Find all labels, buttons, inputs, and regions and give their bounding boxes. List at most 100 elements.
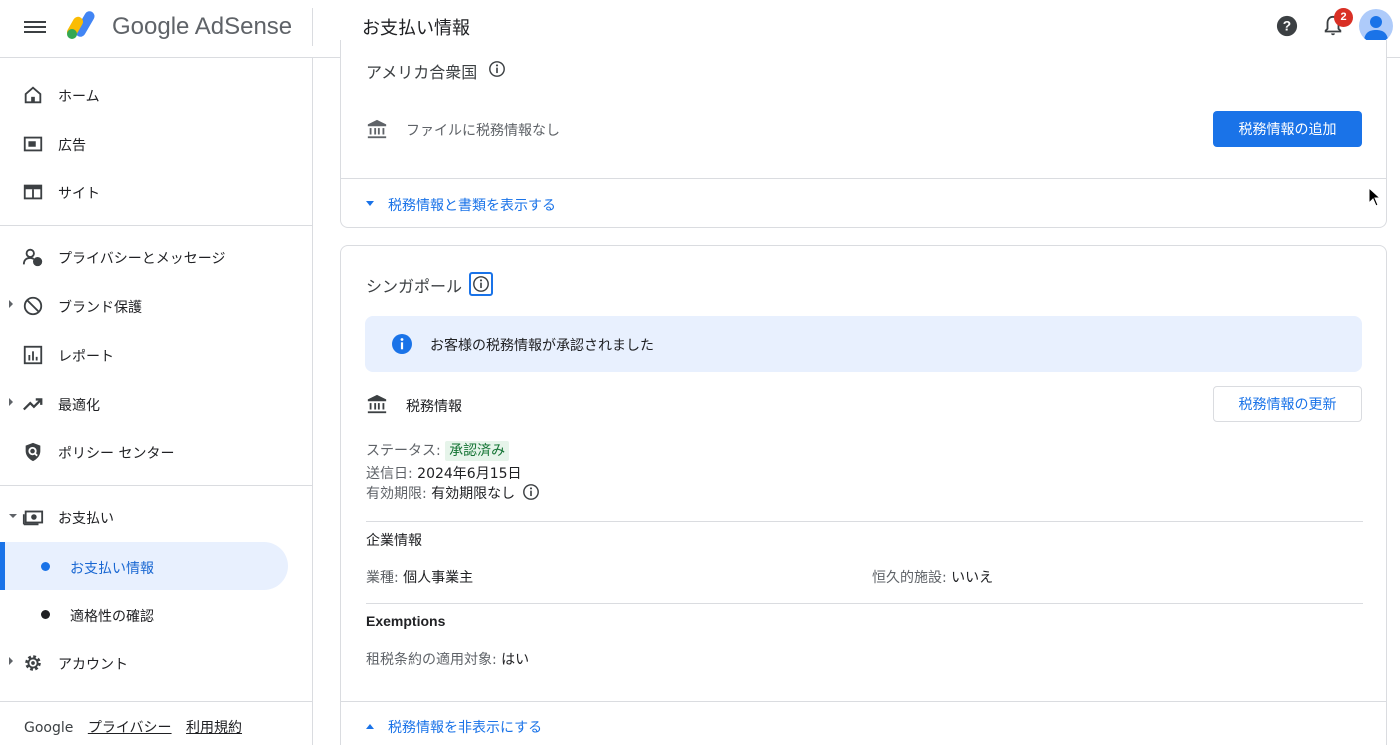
update-tax-info-button[interactable]: 税務情報の更新 [1213, 386, 1362, 422]
sent-date-label: 送信日: [366, 466, 413, 482]
sent-date-value: 2024年6月15日 [417, 466, 522, 482]
bank-icon [367, 119, 387, 139]
sidebar-item-policy-center[interactable]: ポリシー センター [0, 430, 313, 474]
privacy-link[interactable]: プライバシー [88, 720, 172, 736]
no-tax-info-text: ファイルに税務情報なし [406, 123, 560, 139]
expiry-label: 有効期限: [366, 486, 427, 502]
report-icon [23, 345, 43, 365]
sent-date-row: 送信日: 2024年6月15日 [366, 463, 522, 483]
country-title-sg: シンガポール [366, 277, 463, 296]
tax-info-label: 税務情報 [406, 399, 462, 415]
sidebar-item-payments[interactable]: お支払い [0, 495, 313, 539]
expiry-row: 有効期限: 有効期限なし [366, 483, 515, 503]
section-divider [366, 603, 1363, 604]
status-row: ステータス: 承認済み [366, 440, 510, 461]
section-divider [366, 521, 1363, 522]
exemptions-title: Exemptions [366, 613, 446, 629]
ads-icon [23, 136, 43, 152]
block-icon [23, 296, 43, 316]
person-icon [1364, 16, 1388, 40]
info-outline-icon-glyph [473, 276, 489, 292]
hide-tax-info-link[interactable]: 税務情報を非表示にする [388, 717, 542, 737]
sidebar-item-label: プライバシーとメッセージ [58, 251, 226, 267]
show-tax-docs-link[interactable]: 税務情報と書類を表示する [388, 195, 556, 215]
collapse-arrow-icon[interactable] [366, 724, 374, 729]
us-tax-card: アメリカ合衆国 ファイルに税務情報なし 税務情報の追加 税務情報と書類を表示する [340, 40, 1387, 228]
industry-row: 業種: 個人事業主 [366, 567, 473, 587]
mouse-pointer-icon [1368, 187, 1382, 207]
sites-icon [23, 184, 43, 200]
sidebar-item-label: ポリシー センター [58, 446, 175, 462]
bank-icon [367, 394, 387, 414]
country-title-us: アメリカ合衆国 [366, 63, 478, 82]
svg-text:?: ? [1283, 19, 1291, 34]
sidebar-item-privacy[interactable]: プライバシーとメッセージ [0, 235, 313, 279]
privacy-icon [22, 248, 43, 267]
sidebar-item-reports[interactable]: レポート [0, 333, 313, 377]
avatar[interactable] [1359, 9, 1393, 43]
payments-icon [22, 510, 44, 526]
treaty-label: 租税条約の適用対象: [366, 652, 497, 668]
expand-arrow-icon[interactable] [366, 201, 374, 206]
expiry-value: 有効期限なし [431, 486, 516, 502]
permanent-establishment-value: いいえ [951, 570, 994, 586]
sidebar-item-sites[interactable]: サイト [0, 170, 313, 214]
menu-icon[interactable] [24, 18, 46, 36]
sidebar-item-label: ホーム [58, 89, 100, 105]
info-outline-icon[interactable] [488, 60, 506, 78]
industry-value: 個人事業主 [403, 570, 474, 586]
status-badge: 承認済み [445, 441, 510, 461]
policy-icon [25, 442, 41, 462]
info-outline-icon[interactable] [522, 483, 540, 501]
treaty-value: はい [501, 652, 530, 668]
adsense-logo-icon [67, 11, 95, 39]
info-filled-icon [392, 334, 412, 354]
expand-caret-icon[interactable] [9, 300, 13, 308]
industry-label: 業種: [366, 570, 399, 586]
sidebar-item-label: レポート [58, 349, 114, 365]
info-outline-icon[interactable] [469, 272, 493, 296]
expand-caret-icon[interactable] [9, 657, 13, 665]
treaty-row: 租税条約の適用対象: はい [366, 649, 529, 669]
sidebar-item-label: アカウント [58, 657, 128, 673]
terms-link[interactable]: 利用規約 [186, 720, 242, 736]
sidebar-item-label: サイト [58, 186, 100, 202]
trending-icon [23, 398, 43, 411]
approval-banner-text: お客様の税務情報が承認されました [430, 338, 654, 354]
sidebar-nav: ホーム 広告 サイト プライバシーとメッセージ ブランド保護 レポート 最適化 … [0, 58, 313, 745]
card-divider [341, 178, 1386, 179]
help-icon[interactable]: ? [1276, 15, 1298, 37]
add-tax-info-button[interactable]: 税務情報の追加 [1213, 111, 1362, 147]
singapore-tax-card: シンガポール お客様の税務情報が承認されました 税務情報 税務情報の更新 ステー… [340, 245, 1387, 745]
sidebar-subitem-eligibility[interactable]: 適格性の確認 [0, 590, 288, 638]
sidebar-item-label: 広告 [58, 138, 86, 154]
sidebar-subitem-label: 適格性の確認 [70, 609, 154, 625]
sidebar-item-label: お支払い [58, 511, 114, 527]
gear-icon [25, 655, 41, 671]
topbar-divider [312, 8, 313, 46]
sidebar-divider [0, 485, 313, 486]
brand-name: Google AdSense [112, 13, 293, 40]
sidebar-item-label: ブランド保護 [58, 300, 142, 316]
company-info-title: 企業情報 [366, 533, 422, 549]
sidebar-item-optimization[interactable]: 最適化 [0, 382, 313, 426]
sidebar-footer: Google プライバシー 利用規約 [24, 717, 252, 737]
sidebar-item-ads[interactable]: 広告 [0, 122, 313, 166]
page-title: お支払い情報 [362, 18, 470, 39]
sidebar-item-brand-safety[interactable]: ブランド保護 [0, 284, 313, 328]
status-label: ステータス: [366, 443, 441, 459]
permanent-establishment-row: 恒久的施設: いいえ [872, 567, 993, 587]
card-divider [341, 701, 1386, 702]
sidebar-item-home[interactable]: ホーム [0, 73, 313, 117]
bullet-icon [41, 562, 50, 571]
sidebar-divider [0, 225, 313, 226]
bullet-icon [41, 610, 50, 619]
expand-caret-icon[interactable] [9, 398, 13, 406]
collapse-caret-icon[interactable] [9, 514, 17, 518]
footer-google-label: Google [24, 720, 74, 736]
sidebar-divider [0, 701, 313, 702]
notification-count-badge: 2 [1334, 8, 1353, 27]
sidebar-item-account[interactable]: アカウント [0, 641, 313, 685]
sidebar-item-label: 最適化 [58, 398, 100, 414]
sidebar-subitem-payment-info[interactable]: お支払い情報 [0, 542, 288, 590]
